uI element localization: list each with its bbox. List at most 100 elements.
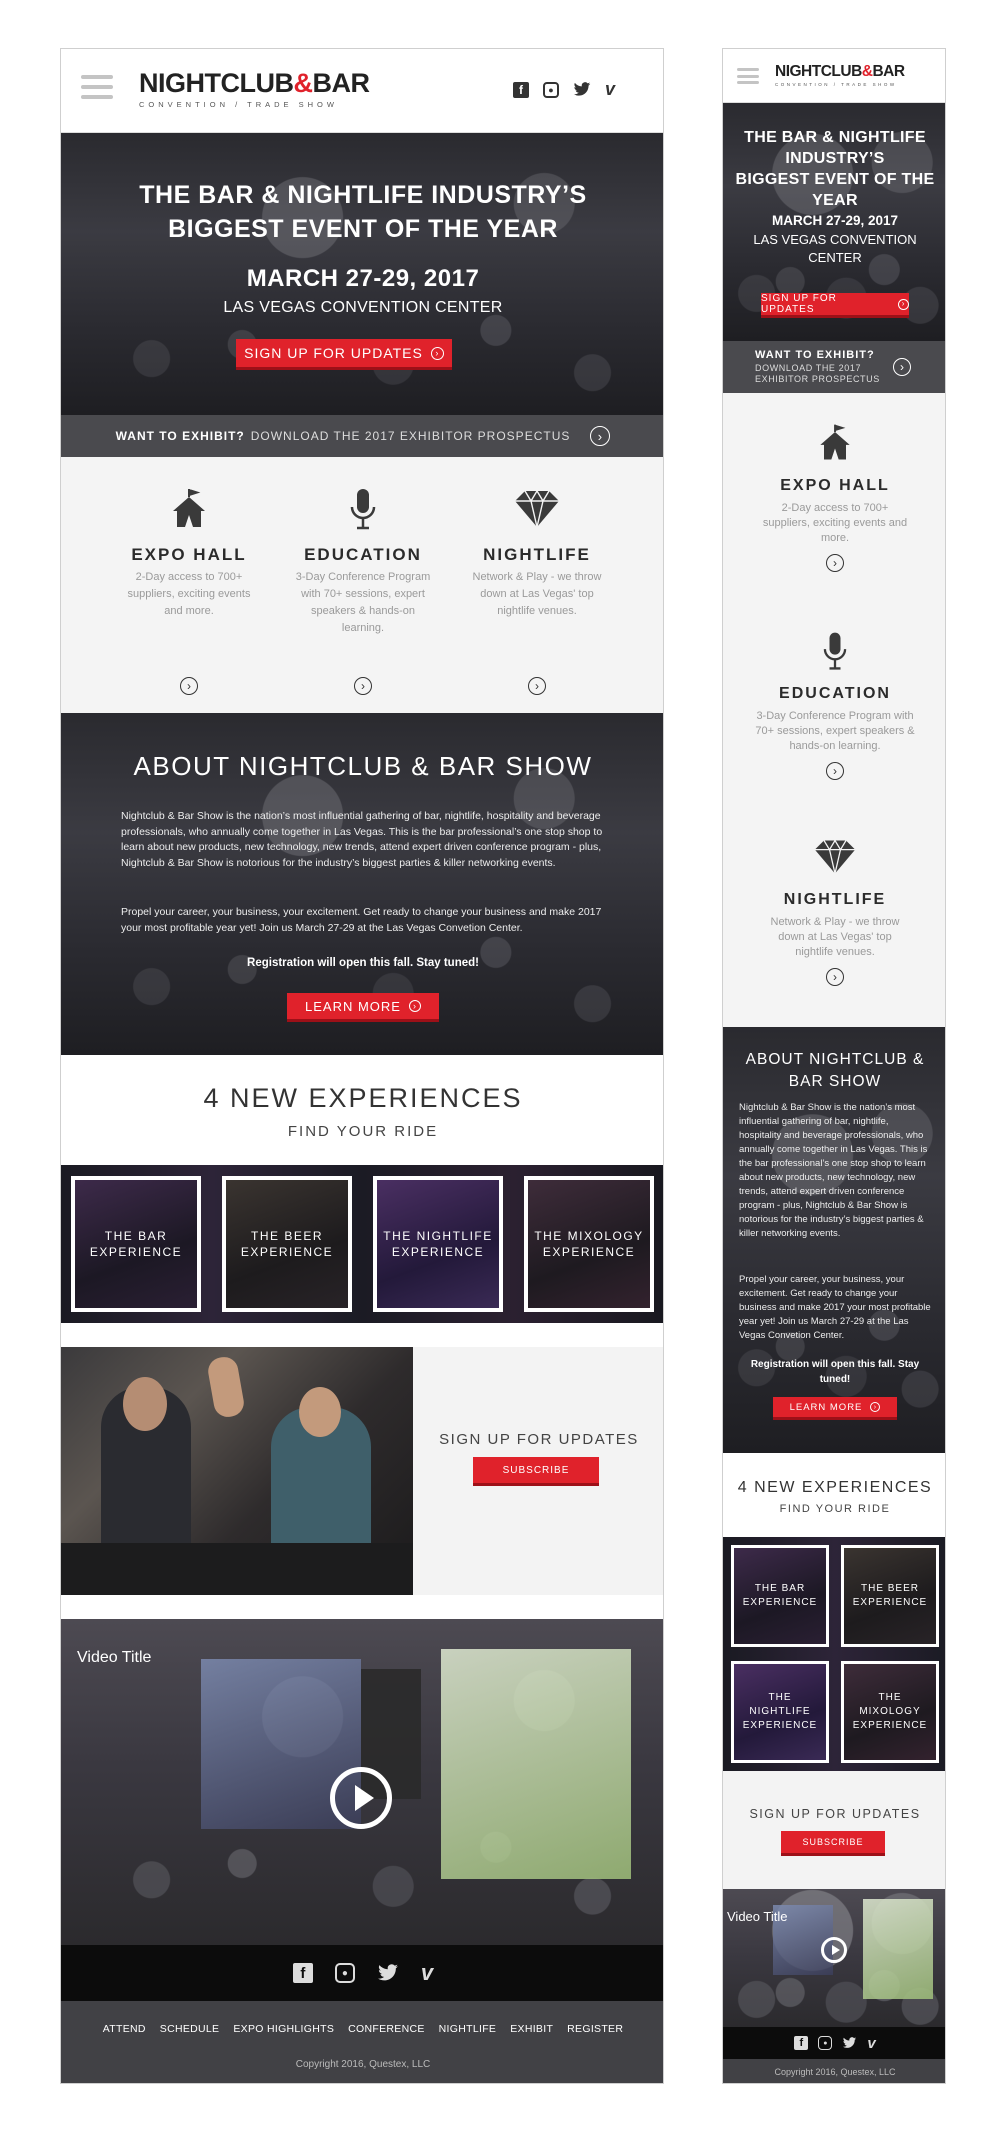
desktop-layout: NIGHTCLUB&BAR CONVENTION / TRADE SHOW f … [60,48,664,2084]
experiences-header: 4 NEW EXPERIENCES FIND YOUR RIDE [61,1055,663,1165]
feature-expo-hall[interactable]: EXPO HALL 2-Day access to 700+ suppliers… [119,487,259,697]
learn-more-button[interactable]: LEARN MORE › [773,1397,897,1417]
feature-nightlife[interactable]: NIGHTLIFE Network & Play - we throw down… [723,833,945,986]
feature-expo-hall[interactable]: EXPO HALL 2-Day access to 700+ suppliers… [723,419,945,572]
vimeo-icon[interactable]: v [421,1960,433,1986]
footer-links: ATTEND SCHEDULE EXPO HIGHLIGHTS CONFEREN… [61,2023,663,2035]
about-paragraph-1: Nightclub & Bar Show is the nation’s mos… [739,1102,928,1239]
circus-tent-icon [165,487,213,531]
chevron-right-icon[interactable]: › [354,677,372,695]
experiences-band: THE BAR EXPERIENCE THE BEER EXPERIENCE T… [723,1537,945,1771]
video-player[interactable]: Video Title [61,1619,663,1945]
facebook-icon[interactable]: f [794,2036,809,2050]
footer-link-register[interactable]: REGISTER [567,2023,623,2035]
video-player[interactable]: Video Title [723,1889,945,2027]
chevron-right-icon: › [408,1000,421,1012]
feature-education[interactable]: EDUCATION 3-Day Conference Program with … [723,627,945,780]
exhibitor-prospectus-link[interactable]: WANT TO EXHIBIT? DOWNLOAD THE 2017 EXHIB… [61,415,663,457]
exhibit-text: DOWNLOAD THE 2017 EXHIBITOR PROSPECTUS [755,363,880,384]
chevron-right-icon[interactable]: › [528,677,546,695]
footer-link-nightlife[interactable]: NIGHTLIFE [439,2023,497,2035]
experience-tile-bar[interactable]: THE BAR EXPERIENCE [71,1176,201,1312]
experience-tile-bar[interactable]: THE BAR EXPERIENCE [731,1545,829,1647]
experience-tile-nightlife[interactable]: THE NIGHTLIFE EXPERIENCE [373,1176,503,1312]
subscribe-button[interactable]: SUBSCRIBE [781,1831,885,1853]
instagram-icon[interactable]: ● [818,2036,833,2050]
experience-tile-nightlife[interactable]: THE NIGHTLIFE EXPERIENCE [731,1661,829,1763]
experience-tile-mixology[interactable]: THE MIXOLOGY EXPERIENCE [524,1176,654,1312]
diamond-icon [813,833,857,881]
play-icon[interactable] [821,1937,847,1963]
feature-description: 3-Day Conference Program with 70+ sessio… [295,571,431,634]
feature-description: Network & Play - we throw down at Las Ve… [472,571,602,617]
logo-tagline: CONVENTION / TRADE SHOW [775,82,897,87]
chevron-right-icon[interactable]: › [826,968,844,986]
exhibit-lead: WANT TO EXHIBIT? [115,429,245,443]
experience-tile-beer[interactable]: THE BEER EXPERIENCE [222,1176,352,1312]
logo-ampersand: & [293,68,313,98]
about-title: ABOUT NIGHTCLUB & BAR SHOW [745,1051,925,1090]
signup-section: SIGN UP FOR UPDATES SUBSCRIBE [61,1347,663,1595]
experiences-title: 4 NEW EXPERIENCES [203,1083,523,1113]
signup-title: SIGN UP FOR UPDATES [439,1431,639,1448]
chevron-right-icon: › [898,298,909,310]
about-paragraph-2: Propel your career, your business, your … [739,1274,931,1341]
signup-updates-label: SIGN UP FOR UPDATES [244,345,423,361]
event-venue: LAS VEGAS CONVENTION CENTER [223,299,503,316]
footer-link-exhibit[interactable]: EXHIBIT [510,2023,553,2035]
site-logo[interactable]: NIGHTCLUB&BAR CONVENTION / TRADE SHOW [139,68,370,109]
subscribe-button[interactable]: SUBSCRIBE [473,1457,599,1483]
chevron-right-icon[interactable]: › [826,762,844,780]
feature-nightlife[interactable]: NIGHTLIFE Network & Play - we throw down… [467,487,607,697]
footer-nav: ATTEND SCHEDULE EXPO HIGHLIGHTS CONFEREN… [61,2001,663,2083]
vimeo-icon[interactable]: v [867,2035,875,2052]
footer-link-expo-highlights[interactable]: EXPO HIGHLIGHTS [233,2023,334,2035]
registration-note: Registration will open this fall. Stay t… [750,1359,920,1385]
feature-title: EDUCATION [779,685,891,702]
feature-title: NIGHTLIFE [483,545,591,564]
menu-icon[interactable] [737,68,759,84]
mobile-header: NIGHTCLUB&BAR CONVENTION / TRADE SHOW [723,49,945,103]
chevron-right-icon[interactable]: › [180,677,198,695]
hero-title: THE BAR & NIGHTLIFE INDUSTRY’S BIGGEST E… [723,127,945,211]
experience-tile-beer[interactable]: THE BEER EXPERIENCE [841,1545,939,1647]
twitter-icon[interactable] [842,2037,857,2049]
learn-more-button[interactable]: LEARN MORE › [287,993,439,1019]
event-venue: LAS VEGAS CONVENTION CENTER [753,232,917,265]
twitter-icon[interactable] [573,82,591,98]
feature-education[interactable]: EDUCATION 3-Day Conference Program with … [293,487,433,697]
footer-link-conference[interactable]: CONFERENCE [348,2023,425,2035]
instagram-icon[interactable]: ● [334,1963,355,1983]
mobile-hero-banner: THE BAR & NIGHTLIFE INDUSTRY’S BIGGEST E… [723,103,945,341]
experience-tile-mixology[interactable]: THE MIXOLOGY EXPERIENCE [841,1661,939,1763]
feature-description: 2-Day access to 700+ suppliers, exciting… [762,502,908,544]
feature-description: 2-Day access to 700+ suppliers, exciting… [127,571,251,617]
logo-name-part1: NIGHTCLUB [775,63,862,80]
footer-social-links: f ● v [61,1945,663,2001]
feature-title: EDUCATION [304,545,422,564]
footer-link-schedule[interactable]: SCHEDULE [160,2023,220,2035]
facebook-icon[interactable]: f [513,81,529,98]
chevron-right-icon[interactable]: › [826,554,844,572]
copyright: Copyright 2016, Questex, LLC [723,2059,945,2083]
exhibitor-prospectus-link[interactable]: WANT TO EXHIBIT? DOWNLOAD THE 2017 EXHIB… [723,341,945,393]
hero-title-line2: BIGGEST EVENT OF THE YEAR [168,215,558,243]
chevron-right-icon: › [590,426,611,446]
signup-updates-button[interactable]: SIGN UP FOR UPDATES › [761,293,909,315]
mobile-layout: NIGHTCLUB&BAR CONVENTION / TRADE SHOW TH… [722,48,946,2084]
facebook-icon[interactable]: f [292,1963,313,1983]
about-section: ABOUT NIGHTCLUB & BAR SHOW Nightclub & B… [61,713,663,1055]
chevron-right-icon: › [893,358,911,376]
experiences-subtitle: FIND YOUR RIDE [287,1123,439,1140]
feature-description: Network & Play - we throw down at Las Ve… [770,916,900,958]
play-icon[interactable] [330,1767,392,1829]
instagram-icon[interactable]: ● [543,81,559,98]
about-paragraph-1: Nightclub & Bar Show is the nation’s mos… [121,810,603,869]
site-logo[interactable]: NIGHTCLUB&BAR CONVENTION / TRADE SHOW [775,63,905,88]
menu-icon[interactable] [81,75,113,99]
signup-updates-button[interactable]: SIGN UP FOR UPDATES › [236,339,452,367]
footer-link-attend[interactable]: ATTEND [103,2023,146,2035]
experiences-header: 4 NEW EXPERIENCES FIND YOUR RIDE [723,1453,945,1537]
twitter-icon[interactable] [377,1964,399,1982]
vimeo-icon[interactable]: v [605,79,615,100]
